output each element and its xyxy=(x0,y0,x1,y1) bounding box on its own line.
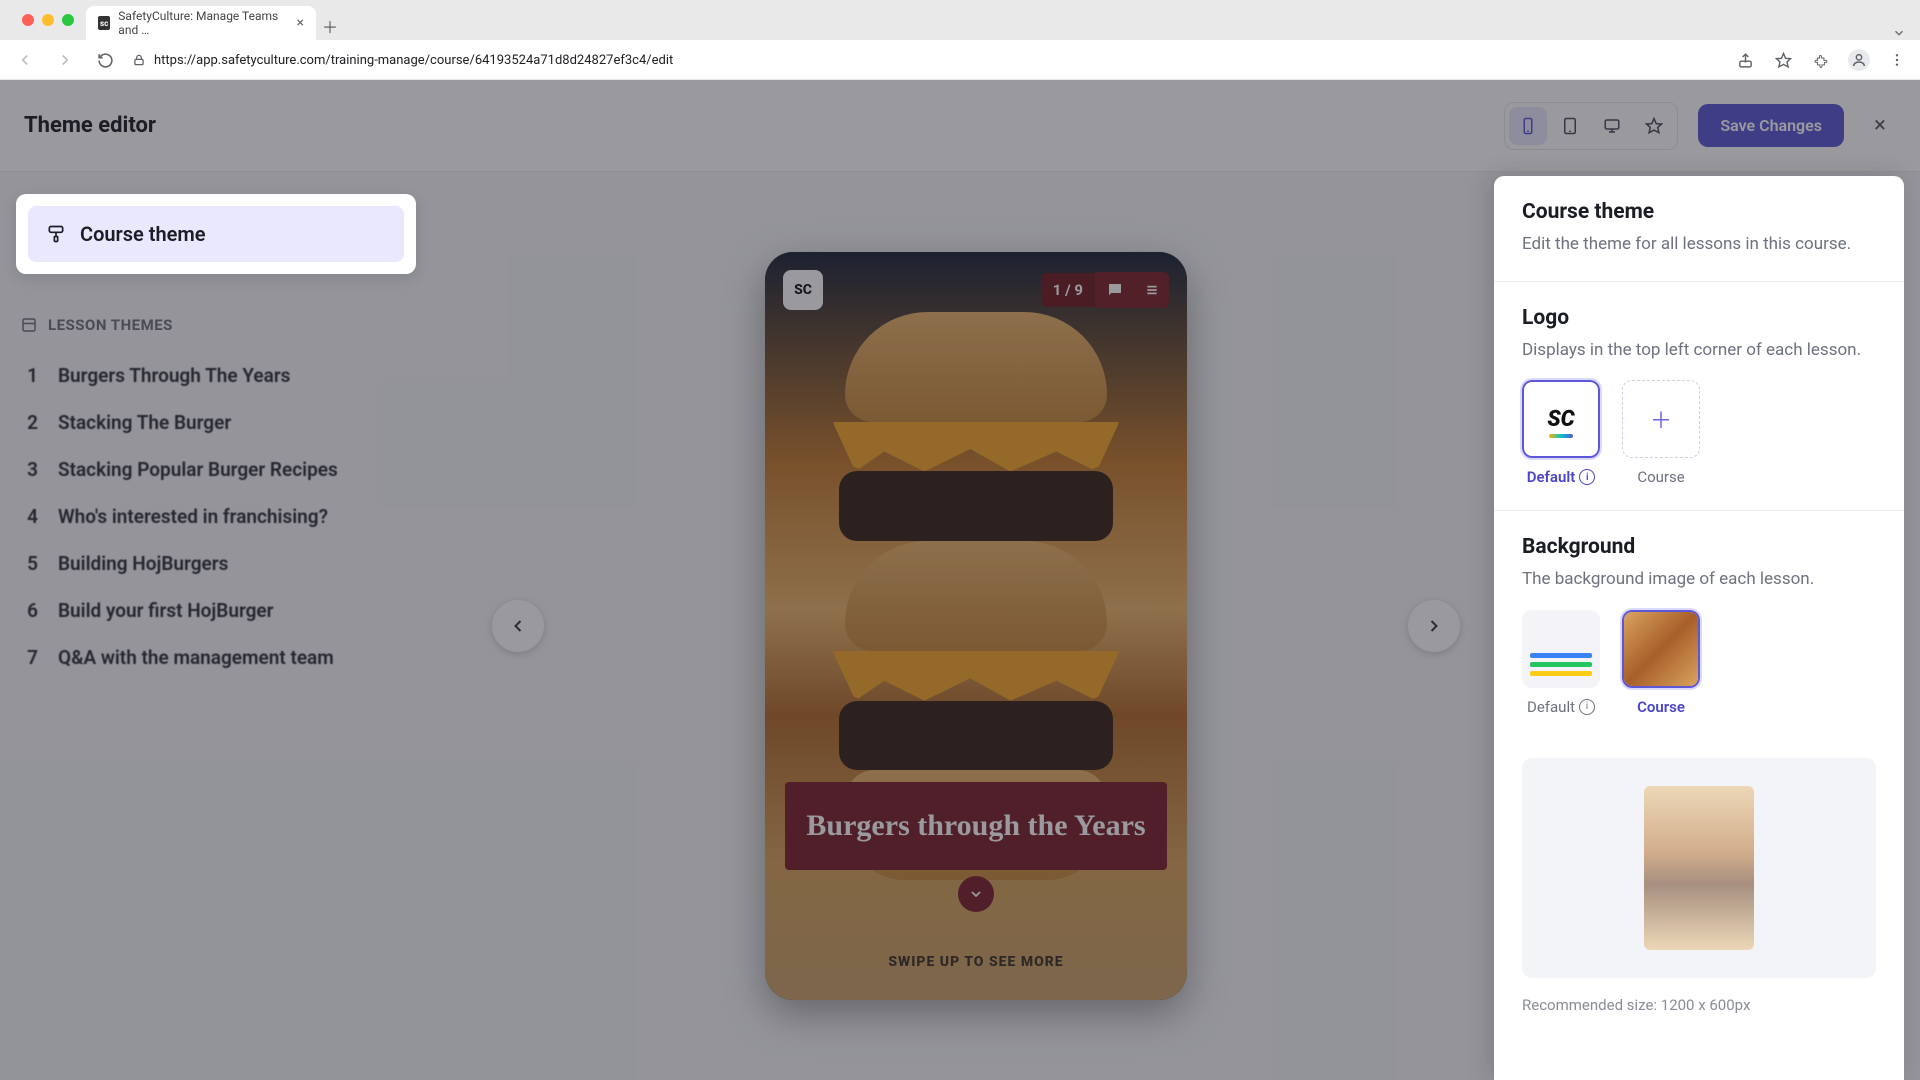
phone-preview: SC 1 / 9 Burgers through the Years SWIPE… xyxy=(765,252,1187,1000)
logo-title: Logo xyxy=(1522,306,1876,330)
tab-close-icon[interactable]: × xyxy=(297,15,304,31)
swipe-hint: SWIPE UP TO SEE MORE xyxy=(765,954,1187,970)
logo-thumb-default[interactable]: SC xyxy=(1522,380,1600,458)
sc-logo-icon: SC xyxy=(1547,407,1574,432)
new-tab-button[interactable]: ＋ xyxy=(316,12,344,40)
bg-label-default: Default i xyxy=(1527,698,1595,716)
window-close-icon[interactable] xyxy=(22,14,34,26)
lesson-item[interactable]: 7Q&A with the management team xyxy=(16,634,416,681)
panel-section-course-theme: Course theme Edit the theme for all less… xyxy=(1494,176,1904,282)
forward-button[interactable] xyxy=(52,47,78,73)
device-preview-group xyxy=(1504,102,1678,150)
panel-title: Course theme xyxy=(1522,200,1876,224)
lesson-item[interactable]: 3Stacking Popular Burger Recipes xyxy=(16,446,416,493)
preview-menu-icon[interactable] xyxy=(1135,272,1169,308)
logo-option-course[interactable]: ＋ Course xyxy=(1622,380,1700,486)
lesson-list: 1Burgers Through The Years 2Stacking The… xyxy=(16,352,416,681)
profile-avatar-icon[interactable] xyxy=(1848,49,1870,71)
bg-option-default[interactable]: Default i xyxy=(1522,610,1600,716)
panel-section-background: Background The background image of each … xyxy=(1494,511,1904,740)
course-theme-card[interactable]: Course theme xyxy=(16,194,416,274)
device-star-button[interactable] xyxy=(1635,107,1673,145)
back-button[interactable] xyxy=(12,47,38,73)
lock-icon xyxy=(132,53,146,67)
url-text: https://app.safetyculture.com/training-m… xyxy=(154,53,673,68)
browser-tab[interactable]: sc SafetyCulture: Manage Teams and … × xyxy=(86,6,316,40)
bg-preview-thumbnail xyxy=(1644,786,1754,950)
window-zoom-icon[interactable] xyxy=(62,14,74,26)
preview-next-button[interactable] xyxy=(1408,600,1460,652)
kebab-menu-icon[interactable] xyxy=(1886,49,1908,71)
preview-area: SC 1 / 9 Burgers through the Years SWIPE… xyxy=(432,172,1520,1080)
device-tablet-button[interactable] xyxy=(1551,107,1589,145)
logo-desc: Displays in the top left corner of each … xyxy=(1522,338,1876,363)
info-icon[interactable]: i xyxy=(1579,699,1595,715)
preview-logo-badge: SC xyxy=(783,270,823,310)
bg-recommended-size: Recommended size: 1200 x 600px xyxy=(1494,986,1904,1032)
tabs-dropdown-icon[interactable] xyxy=(1892,26,1920,40)
address-bar: https://app.safetyculture.com/training-m… xyxy=(0,40,1920,80)
browser-chrome: sc SafetyCulture: Manage Teams and … × ＋… xyxy=(0,0,1920,80)
lesson-item[interactable]: 6Build your first HojBurger xyxy=(16,587,416,634)
preview-pager: 1 / 9 xyxy=(1041,273,1095,307)
app-header: Theme editor Save Changes × xyxy=(0,80,1920,172)
url-field[interactable]: https://app.safetyculture.com/training-m… xyxy=(132,53,673,68)
lesson-item[interactable]: 4Who's interested in franchising? xyxy=(16,493,416,540)
lesson-item[interactable]: 2Stacking The Burger xyxy=(16,399,416,446)
reload-button[interactable] xyxy=(92,47,118,73)
tab-bar: sc SafetyCulture: Manage Teams and … × ＋ xyxy=(0,0,1920,40)
bookmark-star-icon[interactable] xyxy=(1772,49,1794,71)
preview-title-card: Burgers through the Years xyxy=(785,782,1167,870)
layers-icon xyxy=(20,316,38,334)
theme-icon xyxy=(46,224,66,244)
share-icon[interactable] xyxy=(1734,49,1756,71)
favicon-icon: sc xyxy=(98,16,110,30)
save-changes-button[interactable]: Save Changes xyxy=(1698,104,1844,147)
bg-preview-area[interactable] xyxy=(1522,758,1876,978)
bg-thumb-default[interactable] xyxy=(1522,610,1600,688)
lesson-item[interactable]: 5Building HojBurgers xyxy=(16,540,416,587)
window-controls[interactable] xyxy=(10,0,86,40)
page-title: Theme editor xyxy=(24,113,156,138)
theme-settings-panel: Course theme Edit the theme for all less… xyxy=(1494,176,1904,1080)
bg-title: Background xyxy=(1522,535,1876,559)
logo-add-button[interactable]: ＋ xyxy=(1622,380,1700,458)
preview-prev-button[interactable] xyxy=(492,600,544,652)
bg-option-course[interactable]: Course xyxy=(1622,610,1700,716)
device-desktop-button[interactable] xyxy=(1593,107,1631,145)
app-shell: Theme editor Save Changes × Course theme xyxy=(0,80,1920,1080)
logo-option-default[interactable]: SC Default i xyxy=(1522,380,1600,486)
panel-desc: Edit the theme for all lessons in this c… xyxy=(1522,232,1876,257)
bg-label-course: Course xyxy=(1637,698,1685,716)
logo-label-default: Default i xyxy=(1527,468,1596,486)
course-theme-label: Course theme xyxy=(80,222,206,246)
lesson-item[interactable]: 1Burgers Through The Years xyxy=(16,352,416,399)
bg-thumb-course[interactable] xyxy=(1622,610,1700,688)
info-icon[interactable]: i xyxy=(1579,469,1595,485)
window-minimize-icon[interactable] xyxy=(42,14,54,26)
left-sidebar: Course theme LESSON THEMES 1Burgers Thro… xyxy=(0,172,432,1080)
device-mobile-button[interactable] xyxy=(1509,107,1547,145)
panel-section-logo: Logo Displays in the top left corner of … xyxy=(1494,282,1904,512)
preview-chat-icon[interactable] xyxy=(1095,272,1135,308)
tab-title: SafetyCulture: Manage Teams and … xyxy=(118,9,288,37)
logo-label-course: Course xyxy=(1637,468,1684,486)
lesson-themes-header: LESSON THEMES xyxy=(20,316,412,334)
bg-desc: The background image of each lesson. xyxy=(1522,567,1876,592)
extensions-icon[interactable] xyxy=(1810,49,1832,71)
swipe-arrow-icon[interactable] xyxy=(958,876,994,912)
close-editor-button[interactable]: × xyxy=(1864,110,1896,142)
